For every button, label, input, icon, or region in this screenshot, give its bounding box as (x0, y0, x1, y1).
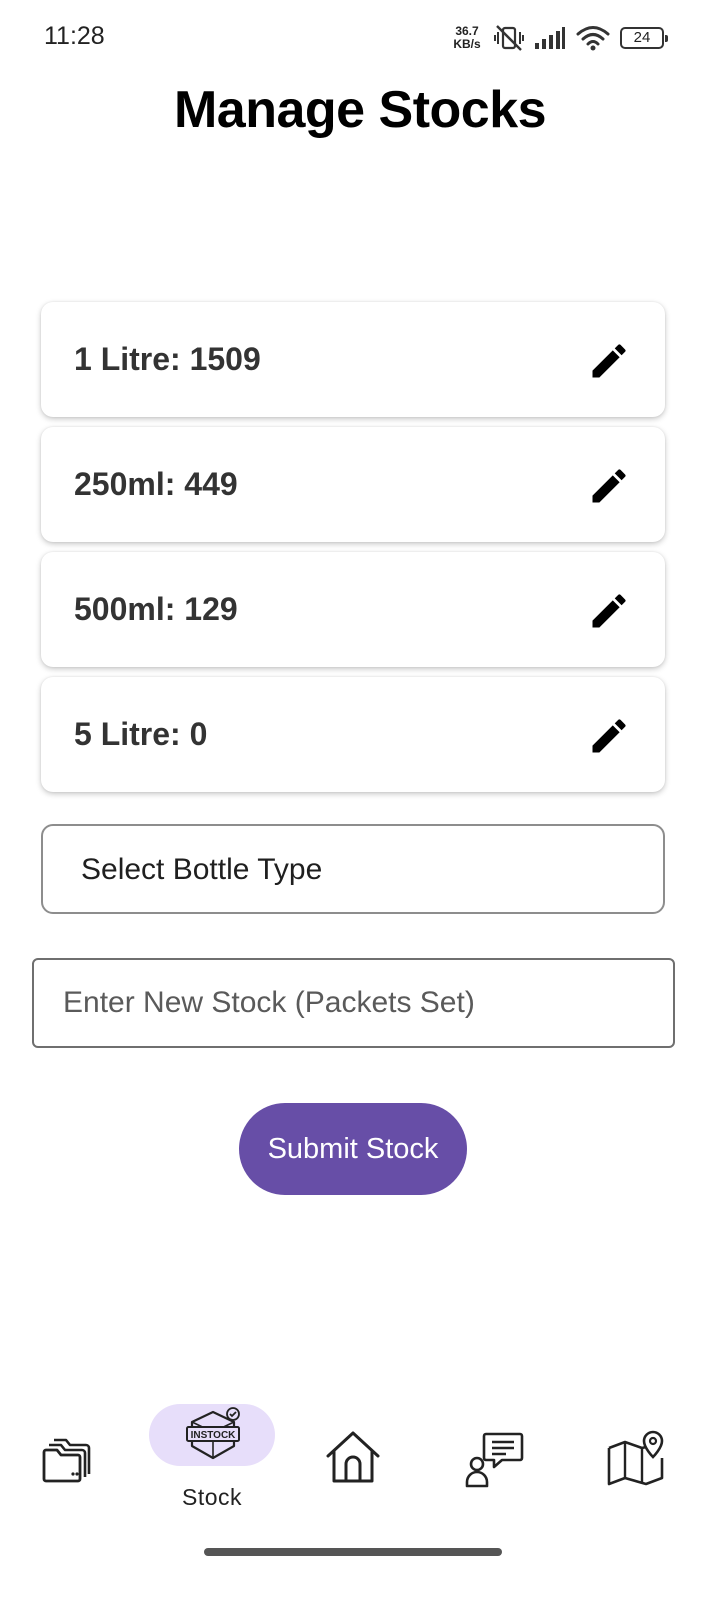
instock-badge-text: INSTOCK (191, 1430, 237, 1441)
new-stock-input[interactable] (32, 958, 675, 1048)
folders-icon[interactable] (42, 1432, 100, 1484)
stock-card: 500ml: 129 (41, 552, 665, 667)
pencil-edit-icon[interactable] (587, 714, 631, 758)
home-indicator[interactable] (204, 1548, 502, 1556)
bottle-type-select[interactable]: Select Bottle Type (41, 824, 665, 914)
stock-label: 250ml: 449 (74, 466, 238, 502)
signal-icon (535, 27, 565, 49)
stock-label: 500ml: 129 (74, 591, 238, 627)
status-time: 11:28 (44, 22, 105, 50)
map-pin-icon[interactable] (606, 1430, 666, 1488)
status-icons: 36.7 KB/s 24 (450, 20, 668, 56)
stock-card: 5 Litre: 0 (41, 677, 665, 792)
stock-label: 1 Litre: 1509 (74, 341, 261, 377)
network-speed-unit: KB/s (453, 37, 481, 51)
home-icon[interactable] (324, 1428, 382, 1486)
stock-card: 1 Litre: 1509 (41, 302, 665, 417)
nav-label-stock: Stock (181, 1484, 243, 1510)
submit-stock-button[interactable]: Submit Stock (239, 1103, 467, 1195)
page-title: Manage Stocks (173, 81, 547, 139)
stock-card: 250ml: 449 (41, 427, 665, 542)
battery-icon: 24 (620, 27, 668, 49)
stock-label: 5 Litre: 0 (74, 716, 208, 752)
pencil-edit-icon[interactable] (587, 339, 631, 383)
status-bar: 11:28 36.7 KB/s 24 (0, 0, 720, 76)
bottle-type-select-placeholder: Select Bottle Type (81, 853, 323, 886)
wifi-icon (576, 26, 610, 51)
pencil-edit-icon[interactable] (587, 464, 631, 508)
pencil-edit-icon[interactable] (587, 589, 631, 633)
network-speed: 36.7 KB/s (450, 25, 484, 51)
stock-list: 1 Litre: 1509 250ml: 449 500ml: 129 5 Li… (41, 302, 665, 802)
vibrate-off-icon (494, 25, 524, 51)
user-chat-icon[interactable] (464, 1430, 524, 1488)
instock-box-icon[interactable]: INSTOCK (184, 1406, 242, 1462)
